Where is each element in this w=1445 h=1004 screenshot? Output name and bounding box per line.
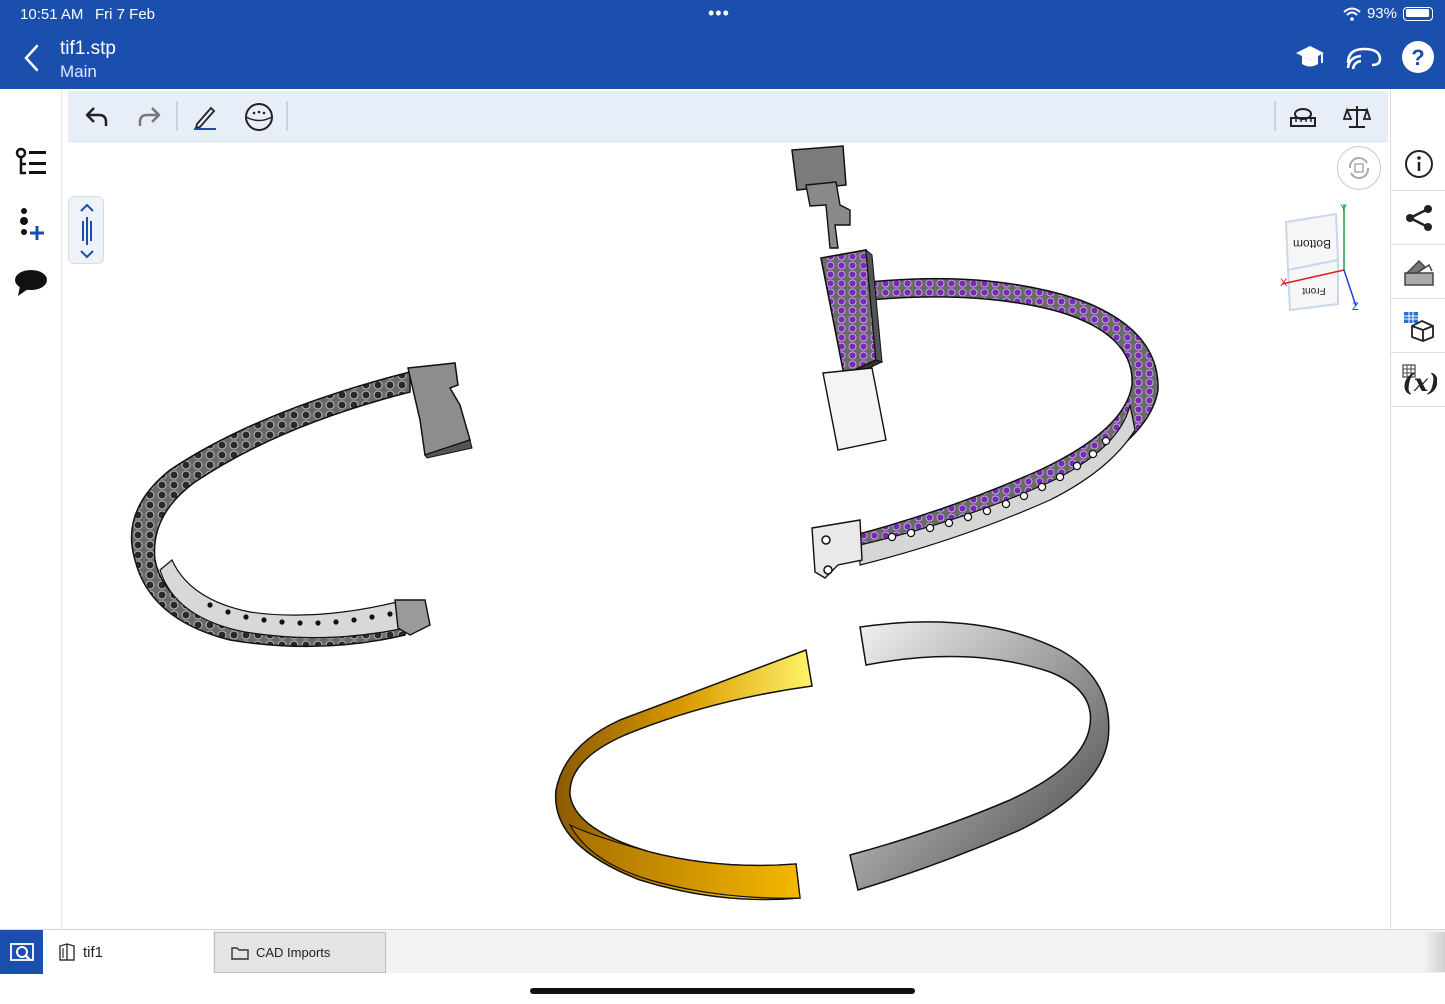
measure-icon — [1290, 108, 1316, 127]
info-button[interactable] — [1391, 137, 1445, 191]
sketch-button[interactable] — [186, 99, 224, 135]
tab-document[interactable]: tif1 — [43, 930, 213, 974]
help-icon: ? — [1402, 41, 1434, 73]
clasp-piece[interactable] — [791, 145, 851, 249]
status-date: Fri 7 Feb — [95, 6, 156, 23]
gold-band[interactable] — [554, 648, 813, 901]
comment-icon — [15, 270, 47, 296]
scroll-handle[interactable] — [68, 196, 104, 264]
learning-center-button[interactable] — [1290, 38, 1330, 76]
graphics-viewport[interactable] — [62, 143, 1390, 929]
share-button[interactable] — [1391, 191, 1445, 245]
feature-list-button[interactable] — [10, 143, 52, 183]
undo-icon — [85, 107, 108, 126]
tab-overflow-edge — [1424, 932, 1445, 972]
drag-handle-icon — [80, 203, 94, 259]
battery-percent: 93% — [1366, 5, 1397, 22]
tab-folder[interactable]: CAD Imports — [214, 932, 386, 973]
toolbar-separator — [176, 101, 178, 131]
left-toolbar — [0, 89, 62, 929]
axis-x-label: X — [1280, 277, 1288, 289]
folder-icon — [231, 947, 249, 960]
feature-list-icon — [15, 147, 46, 175]
right-bangle-half[interactable] — [811, 248, 1159, 579]
appearance-icon — [1403, 259, 1434, 286]
share-icon — [1405, 204, 1432, 231]
comments-button[interactable] — [10, 263, 52, 303]
top-bar: 10:51 AM Fri 7 Feb ••• 93% tif1.stp Main — [0, 0, 1445, 89]
named-views-icon — [245, 103, 273, 131]
axis-z-label: Z — [1352, 301, 1359, 313]
model-canvas[interactable] — [62, 143, 1390, 929]
tab-search-button[interactable] — [0, 930, 43, 974]
multitasking-dots-icon[interactable]: ••• — [708, 3, 730, 24]
appearance-button[interactable] — [1391, 245, 1445, 299]
document-title: tif1.stp — [60, 38, 116, 59]
mass-properties-icon — [1343, 106, 1371, 128]
silver-band[interactable] — [849, 621, 1110, 891]
add-part-button[interactable] — [10, 203, 52, 243]
back-button[interactable] — [14, 38, 48, 78]
measure-button[interactable] — [1284, 99, 1322, 135]
add-part-icon — [20, 208, 44, 240]
connect-button[interactable] — [1344, 38, 1384, 76]
toolbar-separator — [286, 101, 288, 131]
help-button[interactable]: ? — [1398, 38, 1438, 76]
redo-icon — [138, 107, 161, 126]
back-icon — [24, 44, 39, 72]
search-tabs-icon — [9, 943, 34, 961]
view-cube[interactable]: Bottom Front Y X Z — [1276, 200, 1366, 316]
wifi-icon — [1343, 7, 1361, 21]
variables-button[interactable]: (x) — [1391, 353, 1445, 407]
toolbar-separator — [1274, 101, 1276, 131]
home-indicator[interactable] — [530, 988, 915, 994]
command-toolbar — [68, 91, 1388, 143]
mass-properties-button[interactable] — [1338, 99, 1376, 135]
tab-bar: tif1 CAD Imports — [0, 929, 1445, 974]
status-time: 10:51 AM — [20, 6, 84, 23]
svg-text:?: ? — [1411, 45, 1424, 70]
svg-text:(x): (x) — [1402, 368, 1437, 397]
learning-icon — [1296, 46, 1324, 67]
workspace-name: Main — [60, 62, 97, 81]
right-panel: (x) — [1390, 89, 1445, 929]
sketch-icon — [194, 106, 216, 130]
app-root: 10:51 AM Fri 7 Feb ••• 93% tif1.stp Main — [0, 0, 1445, 1004]
view-cube-face-front: Front — [1302, 285, 1326, 296]
battery-icon — [1403, 6, 1433, 21]
left-bangle-half[interactable] — [130, 362, 473, 648]
view-cube-face-top: Bottom — [1293, 237, 1331, 251]
connect-icon — [1346, 47, 1382, 70]
part-studio-icon — [59, 943, 75, 961]
axis-y-label: Y — [1340, 203, 1348, 215]
rotate-icon — [1348, 157, 1370, 179]
named-views-button[interactable] — [240, 99, 278, 135]
variables-icon: (x) — [1401, 363, 1437, 397]
tab-document-label: tif1 — [83, 943, 104, 961]
redo-button[interactable] — [130, 99, 168, 135]
configurations-icon — [1403, 311, 1434, 342]
info-icon — [1404, 149, 1433, 178]
tab-folder-label: CAD Imports — [256, 945, 331, 960]
configurations-button[interactable] — [1391, 299, 1445, 353]
status-right: 93% — [1343, 5, 1433, 22]
undo-button[interactable] — [78, 99, 116, 135]
rotate-view-button[interactable] — [1337, 146, 1381, 190]
